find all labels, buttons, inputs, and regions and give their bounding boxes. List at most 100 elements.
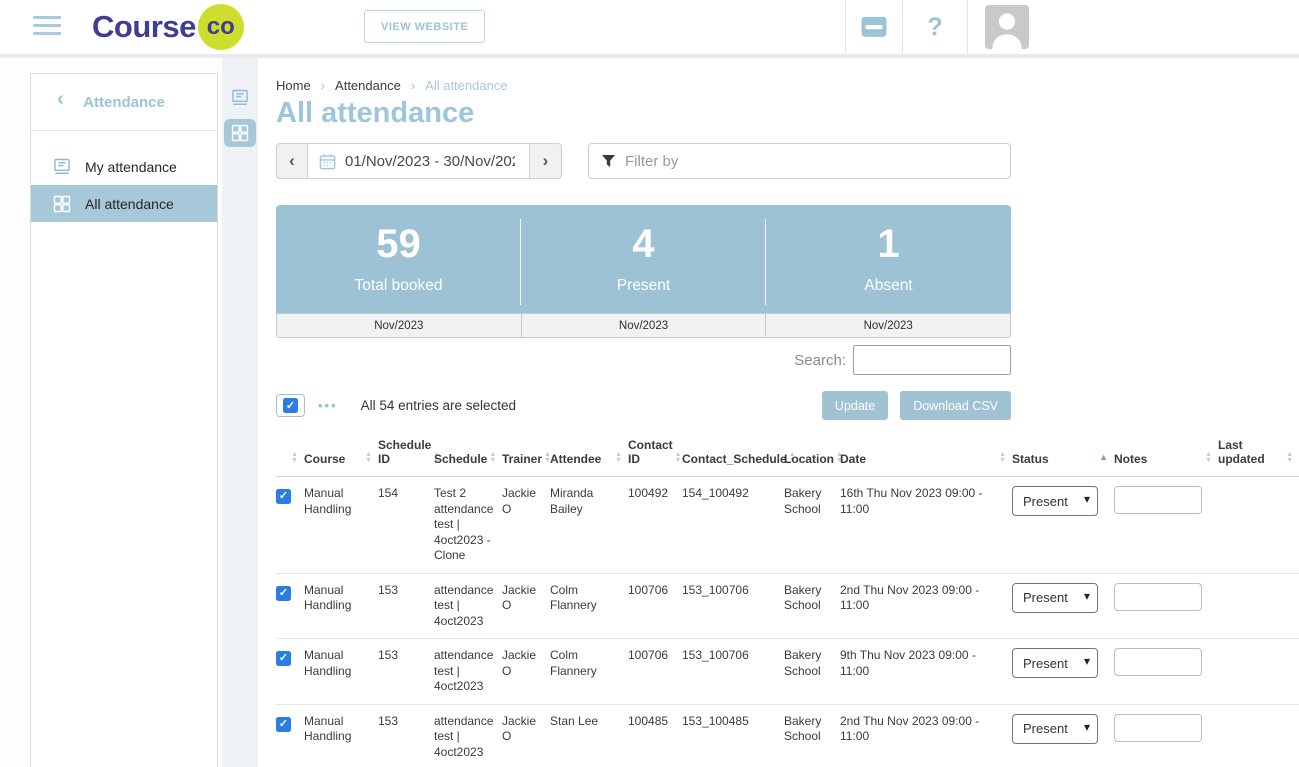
icon-rail bbox=[222, 58, 258, 767]
cell-contact_schedule: 154_100492 bbox=[682, 477, 784, 574]
clipboard-grid-icon bbox=[230, 123, 250, 143]
sidebar-item-all-attendance[interactable]: All attendance bbox=[31, 185, 217, 222]
cell-contact_id: 100706 bbox=[628, 639, 682, 705]
row-checkbox[interactable]: ✓ bbox=[276, 489, 291, 504]
column-label: Location bbox=[784, 452, 834, 466]
sidebar-title: Attendance bbox=[83, 94, 165, 111]
status-select[interactable]: Present bbox=[1012, 583, 1098, 613]
avatar[interactable] bbox=[985, 5, 1029, 49]
stat-total-booked: 59 Total booked bbox=[276, 205, 521, 313]
cell-trainer: Jackie O bbox=[502, 639, 550, 705]
next-period-button[interactable]: › bbox=[530, 143, 562, 179]
column-header-location[interactable]: Location▲▼ bbox=[784, 434, 840, 477]
select-all-wrapper[interactable]: ✓ bbox=[276, 394, 305, 417]
cell-schedule_id: 154 bbox=[378, 477, 434, 574]
update-button[interactable]: Update bbox=[822, 391, 888, 420]
notes-input[interactable] bbox=[1114, 583, 1202, 611]
column-header-status[interactable]: Status▲ bbox=[1012, 434, 1114, 477]
column-header-select[interactable]: ▲▼ bbox=[276, 434, 304, 477]
notes-input[interactable] bbox=[1114, 714, 1202, 742]
status-select[interactable]: Present bbox=[1012, 486, 1098, 516]
attendance-table: ▲▼Course▲▼Schedule ID▲▼Schedule▲▼Trainer… bbox=[276, 434, 1299, 767]
column-label: Schedule bbox=[434, 452, 487, 466]
rail-my-attendance-button[interactable] bbox=[227, 86, 253, 110]
column-header-schedule[interactable]: Schedule▲▼ bbox=[434, 434, 502, 477]
cell-location: Bakery School bbox=[784, 639, 840, 705]
column-header-date[interactable]: Date▲▼ bbox=[840, 434, 1012, 477]
cell-date: 16th Thu Nov 2023 09:00 - 11:00 bbox=[840, 477, 1012, 574]
cell-date: 2nd Thu Nov 2023 09:00 - 11:00 bbox=[840, 704, 1012, 767]
date-range-input[interactable] bbox=[345, 153, 515, 170]
help-button[interactable]: ? bbox=[903, 0, 967, 54]
table-header-row: ▲▼Course▲▼Schedule ID▲▼Schedule▲▼Trainer… bbox=[276, 434, 1299, 477]
rail-all-attendance-button[interactable] bbox=[224, 119, 256, 147]
column-header-contact_schedule[interactable]: Contact_Schedule▲▼ bbox=[682, 434, 784, 477]
stats-panel: 59 Total booked 4 Present 1 Absent Nov/2… bbox=[276, 205, 1011, 338]
stat-label: Present bbox=[617, 277, 670, 295]
cell-contact_id: 100706 bbox=[628, 573, 682, 639]
cell-trainer: Jackie O bbox=[502, 704, 550, 767]
filter-input[interactable] bbox=[625, 153, 998, 170]
sidebar-back[interactable]: ‹ Attendance bbox=[31, 74, 217, 131]
cell-contact_id: 100492 bbox=[628, 477, 682, 574]
column-header-trainer[interactable]: Trainer▲▼ bbox=[502, 434, 550, 477]
chevron-right-icon: › bbox=[321, 78, 325, 93]
date-range-box[interactable] bbox=[308, 143, 530, 179]
table-row: ✓Manual Handling153attendance test | 4oc… bbox=[276, 573, 1299, 639]
inbox-button[interactable] bbox=[846, 0, 902, 54]
breadcrumb: Home › Attendance › All attendance bbox=[276, 78, 1299, 93]
column-header-attendee[interactable]: Attendee▲▼ bbox=[550, 434, 628, 477]
cell-last-updated bbox=[1218, 573, 1299, 639]
column-header-course[interactable]: Course▲▼ bbox=[304, 434, 378, 477]
column-header-contact_id[interactable]: Contact ID▲▼ bbox=[628, 434, 682, 477]
more-options-icon[interactable]: ••• bbox=[318, 398, 338, 413]
hamburger-menu-icon[interactable] bbox=[33, 16, 61, 40]
column-header-schedule_id[interactable]: Schedule ID▲▼ bbox=[378, 434, 434, 477]
cell-course: Manual Handling bbox=[304, 639, 378, 705]
notes-input[interactable] bbox=[1114, 486, 1202, 514]
column-header-notes[interactable]: Notes▲▼ bbox=[1114, 434, 1218, 477]
cell-trainer: Jackie O bbox=[502, 573, 550, 639]
select-all-checkbox[interactable]: ✓ bbox=[283, 398, 298, 413]
view-website-button[interactable]: VIEW WEBSITE bbox=[364, 10, 485, 43]
prev-period-button[interactable]: ‹ bbox=[276, 143, 308, 179]
column-label: Status bbox=[1012, 452, 1049, 466]
table-row: ✓Manual Handling153attendance test | 4oc… bbox=[276, 639, 1299, 705]
status-select[interactable]: Present bbox=[1012, 648, 1098, 678]
download-csv-button[interactable]: Download CSV bbox=[900, 391, 1011, 420]
stat-value: 1 bbox=[877, 224, 899, 264]
breadcrumb-attendance[interactable]: Attendance bbox=[335, 78, 401, 93]
notes-input[interactable] bbox=[1114, 648, 1202, 676]
cell-last-updated bbox=[1218, 704, 1299, 767]
cell-location: Bakery School bbox=[784, 573, 840, 639]
table-body: ✓Manual Handling154Test 2 attendance tes… bbox=[276, 477, 1299, 767]
row-checkbox[interactable]: ✓ bbox=[276, 586, 291, 601]
cell-location: Bakery School bbox=[784, 477, 840, 574]
search-input[interactable] bbox=[853, 345, 1011, 375]
question-mark-icon: ? bbox=[927, 13, 942, 42]
sidebar-item-my-attendance[interactable]: My attendance bbox=[31, 148, 217, 185]
sidebar-item-label: All attendance bbox=[85, 196, 174, 212]
column-label: Contact_Schedule bbox=[682, 452, 787, 466]
column-header-last_updated[interactable]: Last updated▲▼ bbox=[1218, 434, 1299, 477]
filter-box bbox=[588, 143, 1011, 179]
cell-last-updated bbox=[1218, 639, 1299, 705]
cell-schedule: attendance test | 4oct2023 bbox=[434, 573, 502, 639]
sort-icon: ▲▼ bbox=[1286, 452, 1293, 466]
stat-value: 4 bbox=[632, 224, 654, 264]
cell-course: Manual Handling bbox=[304, 704, 378, 767]
inbox-icon bbox=[859, 15, 889, 40]
row-checkbox[interactable]: ✓ bbox=[276, 717, 291, 732]
cell-contact_schedule: 153_100706 bbox=[682, 573, 784, 639]
stat-label: Total booked bbox=[355, 277, 443, 295]
column-label: Notes bbox=[1114, 452, 1147, 466]
search-label: Search: bbox=[794, 352, 846, 369]
logo-text: Course bbox=[92, 9, 196, 45]
status-select[interactable]: Present bbox=[1012, 714, 1098, 744]
logo[interactable]: Course co bbox=[92, 4, 244, 50]
stat-absent: 1 Absent bbox=[766, 205, 1011, 313]
breadcrumb-home[interactable]: Home bbox=[276, 78, 311, 93]
table-row: ✓Manual Handling154Test 2 attendance tes… bbox=[276, 477, 1299, 574]
row-checkbox[interactable]: ✓ bbox=[276, 651, 291, 666]
chevron-right-icon: › bbox=[411, 78, 415, 93]
